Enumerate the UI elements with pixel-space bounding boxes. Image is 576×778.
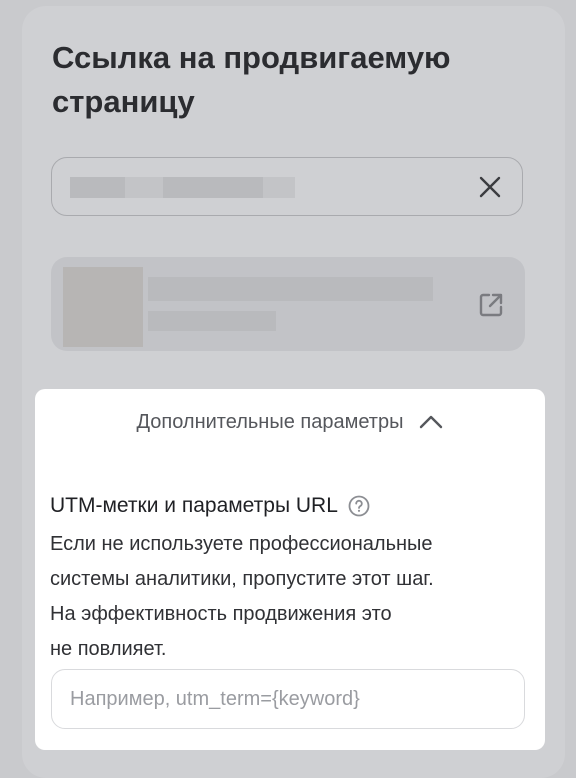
url-blurred-text — [163, 177, 263, 198]
description-line: Если не используете профессиональные — [50, 533, 433, 555]
chevron-up-icon — [420, 415, 443, 429]
utm-params-input[interactable] — [51, 669, 525, 729]
utm-heading: UTM-метки и параметры URL — [50, 494, 370, 518]
preview-blurred-title — [148, 277, 433, 301]
advanced-params-toggle[interactable]: Дополнительные параметры — [35, 407, 545, 437]
utm-title: UTM-метки и параметры URL — [50, 494, 338, 517]
description-line: На эффективность продвижения это — [50, 603, 392, 625]
url-input[interactable] — [51, 157, 523, 216]
description-line: системы аналитики, пропустите этот шаг. — [50, 568, 434, 590]
preview-blurred-url — [148, 311, 276, 331]
page-title: Ссылка на продвигаемую страницу — [52, 40, 451, 119]
description-line: не повлияет. — [50, 638, 167, 660]
url-blurred-text — [125, 177, 163, 198]
preview-thumbnail — [63, 267, 143, 347]
close-icon[interactable] — [476, 173, 504, 201]
advanced-params-panel: Дополнительные параметры UTM-метки и пар… — [35, 389, 545, 750]
url-blurred-text — [263, 177, 295, 198]
url-blurred-text — [70, 177, 125, 198]
advanced-params-label: Дополнительные параметры — [136, 410, 404, 433]
question-icon[interactable] — [348, 495, 370, 517]
link-preview-card[interactable] — [51, 257, 525, 351]
external-link-icon[interactable] — [477, 291, 505, 319]
utm-description: Если не используете профессиональные сис… — [50, 527, 520, 667]
